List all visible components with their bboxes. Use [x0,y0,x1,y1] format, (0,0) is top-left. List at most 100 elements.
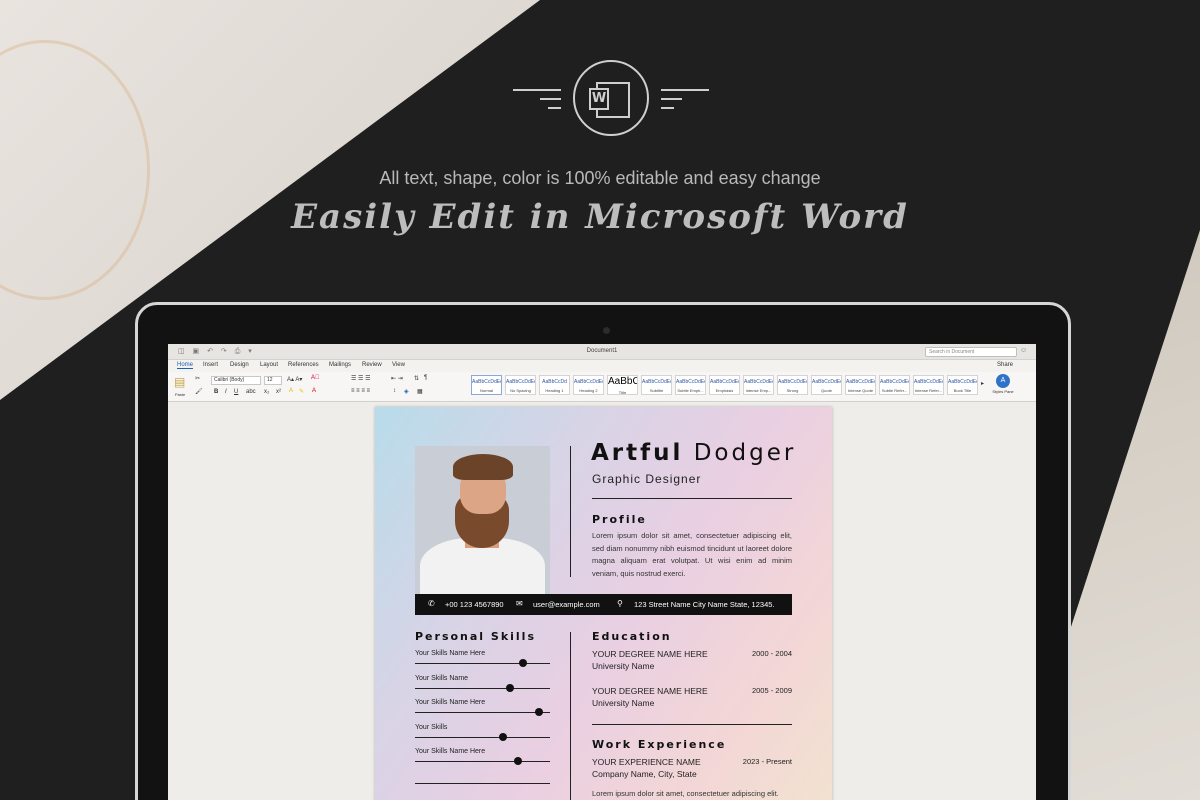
styles-pane-label[interactable]: Styles Pane [992,389,1014,394]
style-sample: AaBbCcDdEe [846,379,875,385]
skill-level-handle [513,757,522,765]
style-intense-emp[interactable]: AaBbCcDdEe Intense Emp... [743,375,774,395]
style-name: Heading 2 [579,388,598,393]
style-intense-refer[interactable]: AaBbCcDdEe Intense Refer... [913,375,944,395]
font-color-icon[interactable]: A [312,388,316,394]
skill-label: Your Skills Name Here [415,650,486,657]
style-emphasis[interactable]: AaBbCcDdEe Emphasis [709,375,740,395]
skill-track [415,761,550,762]
style-sample: AaBbCcDdEe [880,379,909,385]
superscript-button[interactable]: x² [276,389,281,395]
contact-phone: +00 123 4567890 [445,600,504,609]
style-name: Intense Quote [847,388,874,393]
header-divider [570,446,571,577]
tab-mailings[interactable]: Mailings [329,362,351,368]
paste-label: Paste [175,392,186,397]
location-pin-icon: ⚲ [617,599,623,608]
style-sample: AaBbCcDdEe [710,379,739,385]
skill-label: Your Skills Name Here [415,748,486,755]
highlight-icon[interactable]: ✎ [299,388,304,395]
grow-font-icon[interactable]: A▴ A▾ [287,376,302,383]
style-heading-2[interactable]: AaBbCcDdEe Heading 2 [573,375,604,395]
education-years: 2005 - 2009 [751,686,792,695]
search-input[interactable]: Search in Document [925,347,1017,357]
style-sample: AaBbCcDdEe [642,379,671,385]
camera-icon [603,327,610,334]
line-spacing-icon[interactable]: ↕ [393,388,396,394]
experience-company: Company Name, City, State [592,769,697,779]
bullets-icon[interactable]: ☰ ☰ ☰ [351,375,370,382]
style-book-title[interactable]: AaBbCcDdEe Book Title [947,375,978,395]
experience-years: 2023 - Present [742,757,792,766]
skill-level-handle [498,732,507,741]
style-quote[interactable]: AaBbCcDdEe Quote [811,375,842,395]
style-subtle-emph[interactable]: AaBbCcDdEe Subtle Emph... [675,375,706,395]
underline-button[interactable]: U [234,389,238,395]
bold-button[interactable]: B [214,389,218,395]
education-university: University Name [592,698,655,708]
tab-home[interactable]: Home [177,362,194,369]
tab-layout[interactable]: Layout [260,362,278,368]
style-subtitle[interactable]: AaBbCcDdEe Subtitle [641,375,672,395]
styles-pane-icon[interactable]: A [996,374,1010,388]
ribbon-tabs: Home Insert Design Layout References Mai… [168,360,1036,372]
contact-address: 123 Street Name City Name State, 12345. [634,600,775,609]
deco-line [548,107,561,109]
strikethrough-button[interactable]: abc [246,389,256,395]
styles-more-icon[interactable]: ▸ [981,380,984,387]
experience-position: YOUR EXPERIENCE NAME [592,757,701,767]
text-effects-icon[interactable]: A [289,388,293,394]
email-icon: ✉ [516,599,523,608]
skill-label: Your Skills Name Here [415,699,486,706]
shading-icon[interactable]: ◈ [404,388,409,395]
tab-insert[interactable]: Insert [203,362,218,368]
profile-title: Profile [592,513,647,526]
cut-icon[interactable]: ✂ [195,375,200,382]
style-name: Subtle Emph... [677,388,704,393]
pilcrow-icon[interactable]: ¶ [424,375,427,381]
style-intense-quote[interactable]: AaBbCcDdEe Intense Quote [845,375,876,395]
format-painter-icon[interactable]: 🖌 [195,388,203,395]
style-name: Intense Emp... [745,388,772,393]
deco-line [540,98,561,100]
style-title[interactable]: AaBbC Title [607,375,638,395]
feedback-icon[interactable]: ☺ [1020,347,1027,354]
style-heading-1[interactable]: AaBbCcDd Heading 1 [539,375,570,395]
borders-icon[interactable]: ▦ [417,388,423,395]
skills-end-rule [415,783,550,784]
education-degree: YOUR DEGREE NAME HERE [592,649,708,659]
title-bar: ◫ ▣ ↶ ↷ ⎙ ▾ Document1 Search in Document… [168,344,1036,360]
education-degree: YOUR DEGREE NAME HERE [592,686,708,696]
tab-view[interactable]: View [392,362,405,368]
share-button[interactable]: Share [997,362,1013,368]
italic-button[interactable]: I [225,389,227,395]
skills-title: Personal Skills [415,630,537,643]
tab-references[interactable]: References [288,362,319,368]
align-left-icon[interactable]: ≡ ≡ ≡ ≡ [351,388,370,394]
contact-email: user@example.com [533,600,600,609]
first-name: Artful [591,440,684,466]
font-name-select[interactable]: Calibri (Body) [211,376,261,385]
subscript-button[interactable]: x₂ [264,389,269,395]
style-sample: AaBbCcDdEe [778,379,807,385]
indent-icon[interactable]: ⇤ ⇥ [391,375,403,382]
style-name: Intense Refer... [914,388,943,393]
tab-design[interactable]: Design [230,362,249,368]
education-university: University Name [592,661,655,671]
profile-text: Lorem ipsum dolor sit amet, consectetuer… [592,531,792,578]
style-no-spacing[interactable]: AaBbCcDdEe No Spacing [505,375,536,395]
style-name: Book Title [953,388,972,393]
word-letter-icon: W [589,88,609,110]
paste-icon[interactable]: ▤ [174,375,185,389]
headline: Easily Edit in Microsoft Word [291,197,909,237]
skill-label: Your Skills [415,723,448,731]
font-size-select[interactable]: 12 [264,376,282,385]
style-strong[interactable]: AaBbCcDdEe Strong [777,375,808,395]
style-subtle-refer[interactable]: AaBbCcDdEe Subtle Refer... [879,375,910,395]
sort-icon[interactable]: ⇅ [414,375,419,382]
tab-review[interactable]: Review [362,362,382,368]
style-normal[interactable]: AaBbCcDdEe Normal [471,375,502,395]
style-sample: AaBbCcDdEe [574,379,603,385]
skill-track [415,712,550,713]
clear-format-icon[interactable]: A⃥ [311,375,320,381]
